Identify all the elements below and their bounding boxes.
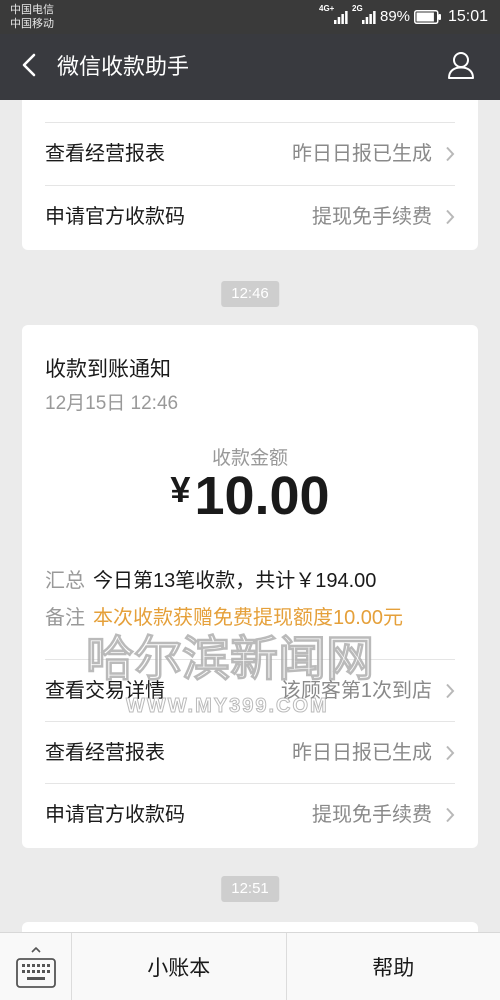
profile-button[interactable] <box>444 51 478 83</box>
chevron-right-icon <box>445 745 455 761</box>
notification-date: 12月15日 12:46 <box>45 393 179 414</box>
summary-line: 汇总 今日第13笔收款，共计￥194.00 <box>45 568 376 594</box>
row-value: 提现免手续费 <box>312 803 432 826</box>
row-label: 查看经营报表 <box>45 741 165 764</box>
network-type-primary: 4G+ <box>319 4 335 13</box>
chevron-right-icon <box>445 807 455 823</box>
row-label: 申请官方收款码 <box>45 803 185 826</box>
battery-fill <box>416 12 434 22</box>
row-business-report[interactable]: 查看经营报表 昨日日报已生成 <box>45 721 455 783</box>
menu-help-label: 帮助 <box>372 956 415 980</box>
row-official-qr-code[interactable]: 申请官方收款码 提现免手续费 <box>45 185 455 248</box>
row-value: 昨日日报已生成 <box>292 143 432 165</box>
row-label: 申请官方收款码 <box>45 206 185 228</box>
message-timestamp: 12:46 <box>221 281 279 307</box>
row-value: 提现免手续费 <box>312 206 432 228</box>
keyboard-icon <box>16 945 56 991</box>
notification-title: 收款到账通知 <box>45 358 171 381</box>
carrier-secondary: 中国移动 <box>10 18 54 30</box>
person-icon <box>447 51 475 84</box>
row-transaction-details[interactable]: 查看交易详情 该顾客第1次到店 <box>45 659 455 721</box>
chevron-right-icon <box>445 683 455 699</box>
back-button[interactable] <box>14 52 44 82</box>
chevron-right-icon <box>445 209 455 225</box>
note-value: 本次收款获赠免费提现额度10.00元 <box>93 607 404 629</box>
menu-ledger-button[interactable]: 小账本 <box>72 933 286 1000</box>
status-time: 15:01 <box>448 8 489 25</box>
amount-display: ¥ 10.00 <box>22 464 478 528</box>
row-value-group: 提现免手续费 <box>312 205 455 229</box>
status-bar: 中国电信 中国移动 4G+ 2G 89% 15:01 <box>0 0 500 34</box>
row-label: 查看交易详情 <box>45 679 165 702</box>
currency-symbol: ¥ <box>170 469 191 510</box>
row-official-qr-code[interactable]: 申请官方收款码 提现免手续费 <box>45 783 455 845</box>
page-title: 微信收款助手 <box>57 54 190 79</box>
summary-value: 今日第13笔收款，共计￥194.00 <box>93 570 377 592</box>
chevron-right-icon <box>445 146 455 162</box>
signal-icon <box>334 11 348 24</box>
row-value: 该顾客第1次到店 <box>280 679 432 702</box>
row-value-group: 该顾客第1次到店 <box>281 679 455 703</box>
nav-header: 微信收款助手 <box>0 34 500 100</box>
row-label: 查看经营报表 <box>45 143 165 165</box>
note-line: 备注 本次收款获赠免费提现额度10.00元 <box>45 605 403 631</box>
battery-percentage: 89% <box>380 8 411 25</box>
bottom-menu-bar: 小账本 帮助 <box>0 932 500 1000</box>
message-timestamp: 12:51 <box>221 876 279 902</box>
carrier-primary: 中国电信 <box>10 4 54 16</box>
amount-value: 10.00 <box>194 466 330 526</box>
summary-label: 汇总 <box>45 570 85 592</box>
row-business-report[interactable]: 查看经营报表 昨日日报已生成 <box>45 122 455 185</box>
note-label: 备注 <box>45 607 85 629</box>
row-value-group: 昨日日报已生成 <box>292 741 455 765</box>
battery-icon <box>414 10 442 24</box>
payment-notification-card: 收款到账通知 12月15日 12:46 收款金额 ¥ 10.00 汇总 今日第13… <box>22 325 478 848</box>
menu-ledger-label: 小账本 <box>147 956 211 980</box>
row-value: 昨日日报已生成 <box>292 741 432 764</box>
signal-icon <box>362 11 376 24</box>
row-value-group: 昨日日报已生成 <box>292 142 455 166</box>
keyboard-toggle-button[interactable] <box>0 933 72 1000</box>
row-value-group: 提现免手续费 <box>312 803 455 827</box>
chevron-left-icon <box>22 53 36 82</box>
menu-help-button[interactable]: 帮助 <box>285 933 500 1000</box>
